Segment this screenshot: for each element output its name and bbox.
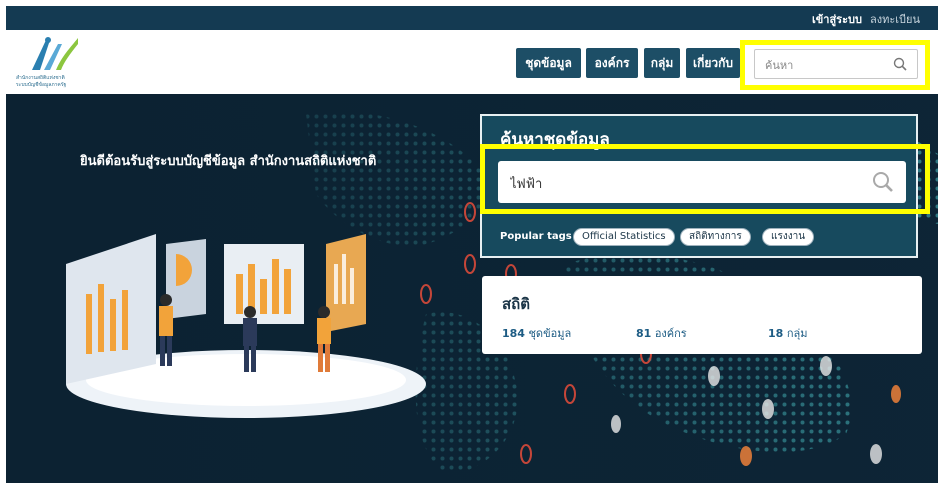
search-icon[interactable] xyxy=(893,57,907,71)
dataset-search-input[interactable] xyxy=(508,173,842,193)
logo-subtext: ระบบบัญชีข้อมูลภาครัฐ xyxy=(16,82,67,88)
datasets-count-label: ชุดข้อมูล xyxy=(528,327,572,340)
main-search-box xyxy=(498,161,906,203)
account-bar: เข้าสู่ระบบ ลงทะเบียน xyxy=(6,6,938,30)
masthead: สำนักงานสถิติแห่งชาติ ระบบบัญชีข้อมูลภาค… xyxy=(6,30,938,94)
search-icon[interactable] xyxy=(872,171,894,193)
statistics-title: สถิติ xyxy=(502,295,530,313)
popular-tags-label: Popular tags xyxy=(500,231,572,242)
organizations-count: 81 xyxy=(636,327,652,340)
nav-datasets-button[interactable]: ชุดข้อมูล xyxy=(516,48,581,78)
data-analytics-illustration xyxy=(66,234,426,418)
tag-labor[interactable]: แรงงาน xyxy=(762,228,815,246)
statistics-card: สถิติ 184 ชุดข้อมูล 81 องค์กร 18 กลุ่ม xyxy=(482,276,922,354)
nav-about-button[interactable]: เกี่ยวกับ xyxy=(686,48,740,78)
hero-banner: ยินดีต้อนรับสู่ระบบบัญชีข้อมูล สำนักงานส… xyxy=(6,94,938,483)
groups-count-link[interactable]: 18 กลุ่ม xyxy=(768,324,807,342)
register-link[interactable]: ลงทะเบียน xyxy=(870,10,920,28)
nav-organizations-button[interactable]: องค์กร xyxy=(586,48,638,78)
groups-count-label: กลุ่ม xyxy=(786,327,808,340)
nav-groups-button[interactable]: กลุ่ม xyxy=(644,48,680,78)
datasets-count-link[interactable]: 184 ชุดข้อมูล xyxy=(502,324,571,342)
organizations-count-label: องค์กร xyxy=(654,327,687,340)
site-logo[interactable]: สำนักงานสถิติแห่งชาติ ระบบบัญชีข้อมูลภาค… xyxy=(16,36,96,88)
login-link[interactable]: เข้าสู่ระบบ xyxy=(812,10,862,28)
logo-mark-icon xyxy=(32,37,78,70)
header-search-box xyxy=(754,49,918,79)
organizations-count-link[interactable]: 81 องค์กร xyxy=(636,324,687,342)
page-frame: เข้าสู่ระบบ ลงทะเบียน สำนักงานสถิติแห่งช… xyxy=(6,0,938,483)
tag-official-stats-thai[interactable]: สถิติทางการ xyxy=(680,228,751,246)
groups-count: 18 xyxy=(768,327,784,340)
welcome-heading: ยินดีต้อนรับสู่ระบบบัญชีข้อมูล สำนักงานส… xyxy=(80,154,377,169)
tag-official-statistics[interactable]: Official Statistics xyxy=(573,228,675,246)
header-search-input[interactable] xyxy=(763,56,887,74)
datasets-count: 184 xyxy=(502,327,525,340)
